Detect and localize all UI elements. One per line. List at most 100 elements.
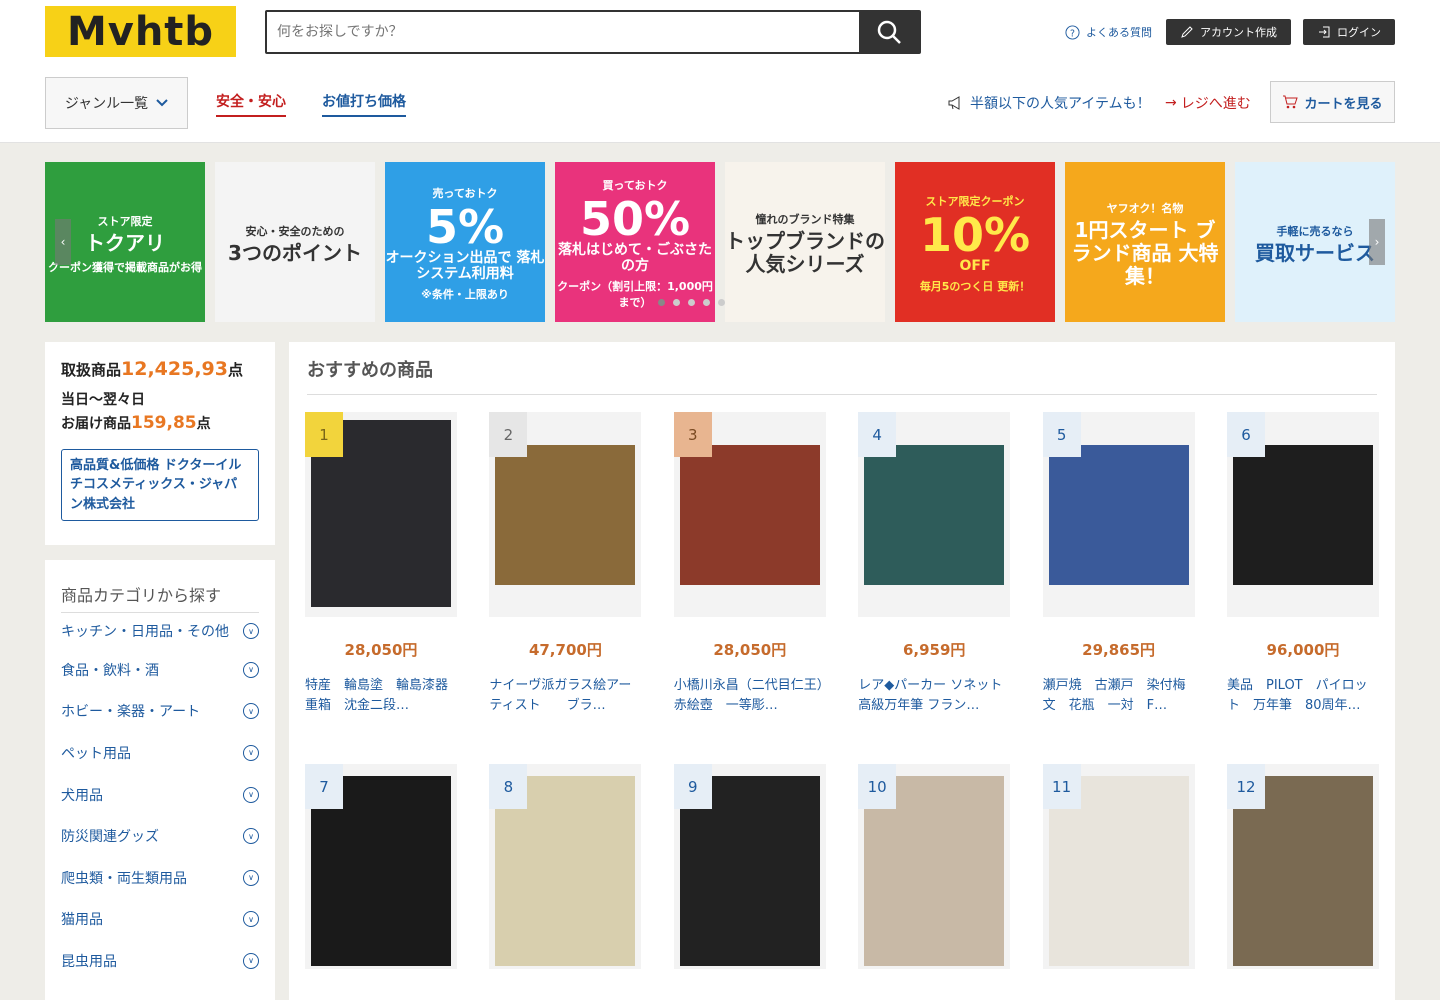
product-card[interactable]: 1 28,050円 特産 輪島塗 輪島漆器 重箱 沈金二段… (305, 412, 457, 718)
category-item[interactable]: 猫用品 ∨ (61, 899, 259, 941)
banner-main-text: トップブランドの 人気シリーズ (725, 229, 885, 276)
promo-banner[interactable]: ヤフオク！名物 1円スタート ブランド商品 大特集！ (1065, 162, 1225, 322)
banner-main-text: トクアリ (85, 230, 165, 255)
carousel-dot[interactable] (688, 299, 695, 306)
carousel-dot[interactable] (703, 299, 710, 306)
product-price: 47,700円 (528, 641, 602, 659)
chevron-down-icon[interactable]: ∨ (243, 952, 259, 969)
promo-banner[interactable]: 安心・安全のための 3つのポイント (215, 162, 375, 322)
category-item[interactable]: ペット用品 ∨ (61, 732, 259, 774)
cart-button[interactable]: カートを見る (1270, 81, 1395, 123)
chevron-down-icon[interactable]: ∨ (243, 869, 259, 886)
seller-link[interactable]: 高品質&低価格 ドクターイルチコスメティックス・ジャパン株式会社 (61, 448, 259, 521)
carousel-prev-button[interactable]: ‹ (55, 219, 71, 265)
product-name[interactable]: レア◆パーカー ソネット高級万年筆 フラン… (858, 676, 1010, 718)
chevron-down-icon[interactable]: ∨ (243, 911, 259, 928)
product-card[interactable]: 8 (489, 764, 642, 969)
search-button[interactable] (859, 12, 919, 52)
nav-bargain-link[interactable]: お値打ち価格 (322, 91, 406, 117)
category-label: ホビー・楽器・アート (61, 704, 201, 721)
product-card[interactable]: 11 (1042, 764, 1195, 969)
product-card[interactable]: 4 6,959円 レア◆パーカー ソネット高級万年筆 フラン… (858, 412, 1011, 718)
product-image-frame[interactable]: 12 (1227, 764, 1379, 969)
nav-safe-link[interactable]: 安全・安心 (216, 91, 286, 117)
product-image-frame[interactable]: 9 (673, 764, 826, 969)
product-image-frame[interactable]: 4 (858, 412, 1011, 617)
category-label: 昆虫用品 (61, 953, 117, 970)
category-title: 商品カテゴリから探す (61, 582, 259, 613)
product-image-frame[interactable]: 8 (489, 764, 642, 969)
banner-sub-text: 毎月5のつく日 更新！ (919, 280, 1031, 294)
delivery-unit: 点 (196, 416, 211, 432)
product-card[interactable]: 12 (1227, 764, 1379, 969)
product-card[interactable]: 5 29,865円 瀬戸焼 古瀬戸 染付梅文 花瓶 一対 F… (1042, 412, 1195, 718)
product-image-frame[interactable]: 7 (305, 764, 457, 969)
svg-text:?: ? (1070, 28, 1075, 39)
search-input[interactable] (267, 12, 859, 52)
chevron-down-icon[interactable]: ∨ (243, 623, 259, 639)
delivery-period: 当日〜翌々日 (61, 392, 145, 408)
category-item[interactable]: キッチン・日用品・その他 ∨ (61, 613, 259, 649)
rank-badge: 1 (305, 412, 343, 457)
product-name[interactable]: 瀬戸焼 古瀬戸 染付梅文 花瓶 一対 F… (1043, 676, 1195, 718)
rank-badge: 5 (1042, 412, 1081, 457)
chevron-down-icon[interactable]: ∨ (243, 703, 259, 720)
carousel-dot[interactable] (658, 299, 665, 306)
promo-banner[interactable]: 売っておトク 5% オークション出品で 落札システム利用料 ※条件・上限あり (385, 162, 545, 322)
genre-label: ジャンル一覧 (64, 96, 149, 112)
chevron-down-icon[interactable]: ∨ (243, 828, 259, 845)
product-card[interactable]: 7 (305, 764, 457, 969)
product-name[interactable]: ナイーヴ派ガラス絵アーティスト ブラ… (489, 676, 641, 718)
category-list: キッチン・日用品・その他 ∨ 食品・飲料・酒 ∨ ホビー・楽器・アート ∨ ペット用品 ∨ 犬用… (61, 613, 259, 982)
promo-banner[interactable]: 憧れのブランド特集 トップブランドの 人気シリーズ (725, 162, 885, 322)
signup-button[interactable]: アカウント作成 (1166, 19, 1291, 45)
product-image-frame[interactable]: 11 (1042, 764, 1195, 969)
product-card[interactable]: 3 28,050円 小橋川永昌（二代目仁王）赤絵壺 一等彫… (673, 412, 826, 718)
banner-carousel: ストア限定 トクアリ クーポン獲得で掲載商品がお得 安心・安全のための 3つのポイント売… (45, 162, 1395, 322)
register-link[interactable]: → レジへ進む (1165, 93, 1251, 113)
banner-top-text: 安心・安全のための (245, 224, 345, 238)
genre-menu-button[interactable]: ジャンル一覧 (45, 77, 188, 129)
category-item[interactable]: 爬虫類・両生類用品 ∨ (61, 857, 259, 899)
product-image-frame[interactable]: 1 (305, 412, 457, 617)
category-item[interactable]: ホビー・楽器・アート ∨ (61, 691, 259, 733)
product-image-frame[interactable]: 5 (1042, 412, 1195, 617)
carousel-dot[interactable] (673, 299, 680, 306)
product-image-frame[interactable]: 10 (858, 764, 1011, 969)
site-logo[interactable]: Mvhtb (45, 6, 236, 57)
category-item[interactable]: 昆虫用品 ∨ (61, 940, 259, 982)
category-label: 防災関連グッズ (61, 829, 159, 846)
promo-banner[interactable]: ストア限定クーポン 10% OFF 毎月5のつく日 更新！ (895, 162, 1055, 322)
carousel-dot[interactable] (718, 299, 725, 306)
faq-link[interactable]: ? よくある質問 (1065, 24, 1152, 40)
total-items: 取扱商品12,425,93点 (61, 358, 259, 380)
product-image-frame[interactable]: 2 (489, 412, 642, 617)
category-item[interactable]: 食品・飲料・酒 ∨ (61, 649, 259, 691)
banner-big-text: 10% (919, 207, 1031, 262)
promo-link[interactable]: 半額以下の人気アイテムも！ (948, 93, 1151, 113)
product-photo (1048, 445, 1189, 585)
banner-main-text: 1円スタート ブランド商品 大特集！ (1071, 217, 1219, 288)
chevron-down-icon[interactable]: ∨ (243, 744, 259, 761)
product-image-frame[interactable]: 3 (673, 412, 826, 617)
product-card[interactable]: 2 47,700円ナイーヴ派ガラス絵アーティスト ブラ… (489, 412, 642, 718)
product-name[interactable]: 特産 輪島塗 輪島漆器 重箱 沈金二段… (305, 676, 457, 718)
product-name[interactable]: 美品 PILOT パイロット 万年筆 80周年… (1227, 676, 1379, 718)
product-image-frame[interactable]: 6 (1227, 412, 1379, 617)
product-card[interactable]: 10 (858, 764, 1011, 969)
banner-main-text: 買取サービス (1255, 240, 1375, 265)
product-card[interactable]: 6 96,000円 美品 PILOT パイロット 万年筆 80周年… (1227, 412, 1379, 718)
category-item[interactable]: 犬用品 ∨ (61, 774, 259, 816)
site-header: Mvhtb ? よくある質問 アカウント作成 ログイン ジャンル一覧 安全・安心… (0, 0, 1440, 143)
chevron-down-icon[interactable]: ∨ (243, 786, 259, 803)
login-button[interactable]: ログイン (1303, 19, 1395, 45)
banner-main-text: 3つのポイント (228, 240, 362, 265)
product-name[interactable]: 小橋川永昌（二代目仁王）赤絵壺 一等彫… (674, 676, 826, 718)
product-card[interactable]: 9 (673, 764, 826, 969)
category-item[interactable]: 防災関連グッズ ∨ (61, 815, 259, 857)
total-items-count: 12,425,93 (121, 358, 228, 380)
chevron-down-icon[interactable]: ∨ (243, 661, 259, 678)
stats-panel: 取扱商品12,425,93点 当日〜翌々日 お届け商品159,85点 高品質&低… (45, 342, 275, 545)
promo-banner[interactable]: 買っておトク 50% 落札はじめて・ごぶさたの方 クーポン（割引上限：1,000円まで… (555, 162, 715, 322)
carousel-next-button[interactable]: › (1369, 219, 1385, 265)
